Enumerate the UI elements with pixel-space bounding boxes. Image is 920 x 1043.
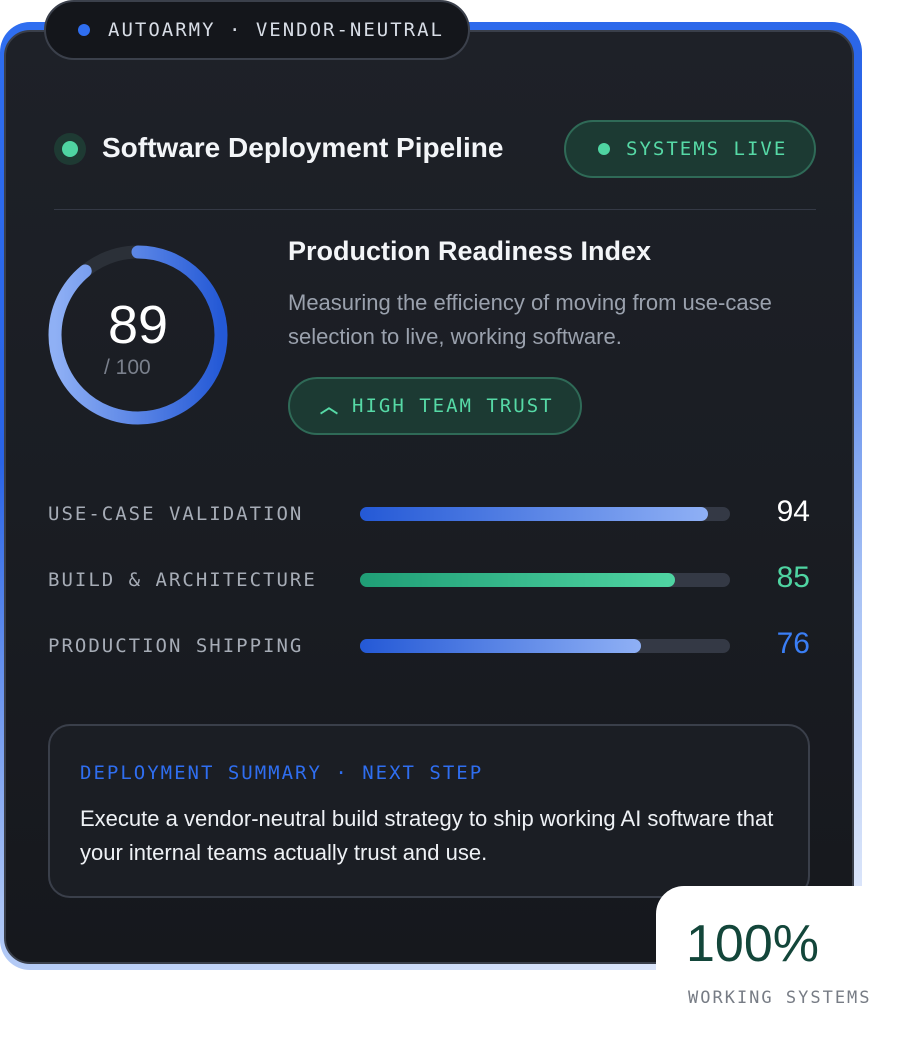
header-divider bbox=[54, 209, 816, 210]
readiness-score: 89 bbox=[107, 295, 169, 355]
metric-label-shipping: PRODUCTION SHIPPING bbox=[48, 635, 304, 657]
working-systems-value: 100% bbox=[686, 915, 819, 973]
working-systems-label: WORKING SYSTEMS bbox=[688, 988, 872, 1008]
brand-pill: AUTOARMY · VENDOR-NEUTRAL bbox=[44, 0, 470, 60]
metric-value-shipping: 76 bbox=[776, 627, 810, 660]
metric-bar-validation bbox=[360, 507, 730, 521]
index-description: Measuring the efficiency of moving from … bbox=[288, 290, 772, 349]
metric-fill-validation bbox=[360, 507, 708, 521]
systems-live-label: SYSTEMS LIVE bbox=[626, 138, 788, 160]
metric-bar-shipping bbox=[360, 639, 730, 653]
trust-label: HIGH TEAM TRUST bbox=[352, 395, 554, 417]
card-title: Software Deployment Pipeline bbox=[102, 132, 504, 163]
brand-pill-label: AUTOARMY · VENDOR-NEUTRAL bbox=[108, 19, 444, 41]
chevron-up-icon: ︿ bbox=[320, 397, 338, 418]
summary-body: Execute a vendor-neutral build strategy … bbox=[80, 806, 774, 865]
metric-label-validation: USE-CASE VALIDATION bbox=[48, 503, 304, 525]
status-indicator-icon bbox=[54, 133, 86, 165]
metric-value-validation: 94 bbox=[776, 495, 810, 528]
deployment-summary-panel: DEPLOYMENT SUMMARY · NEXT STEP Execute a… bbox=[48, 724, 810, 898]
brand-dot-icon bbox=[78, 24, 90, 36]
metric-fill-shipping bbox=[360, 639, 642, 653]
live-dot-icon bbox=[598, 143, 610, 155]
readiness-score-max: / 100 bbox=[104, 356, 151, 379]
summary-heading: DEPLOYMENT SUMMARY · NEXT STEP bbox=[80, 762, 484, 784]
working-systems-badge: 100% WORKING SYSTEMS bbox=[656, 886, 920, 1043]
index-title: Production Readiness Index bbox=[288, 236, 652, 266]
high-team-trust-badge: ︿ HIGH TEAM TRUST bbox=[288, 377, 582, 435]
metric-value-architecture: 85 bbox=[776, 561, 810, 594]
metric-fill-architecture bbox=[360, 573, 675, 587]
metric-bar-architecture bbox=[360, 573, 730, 587]
metric-label-architecture: BUILD & ARCHITECTURE bbox=[48, 569, 317, 591]
systems-live-badge: SYSTEMS LIVE bbox=[564, 120, 816, 178]
